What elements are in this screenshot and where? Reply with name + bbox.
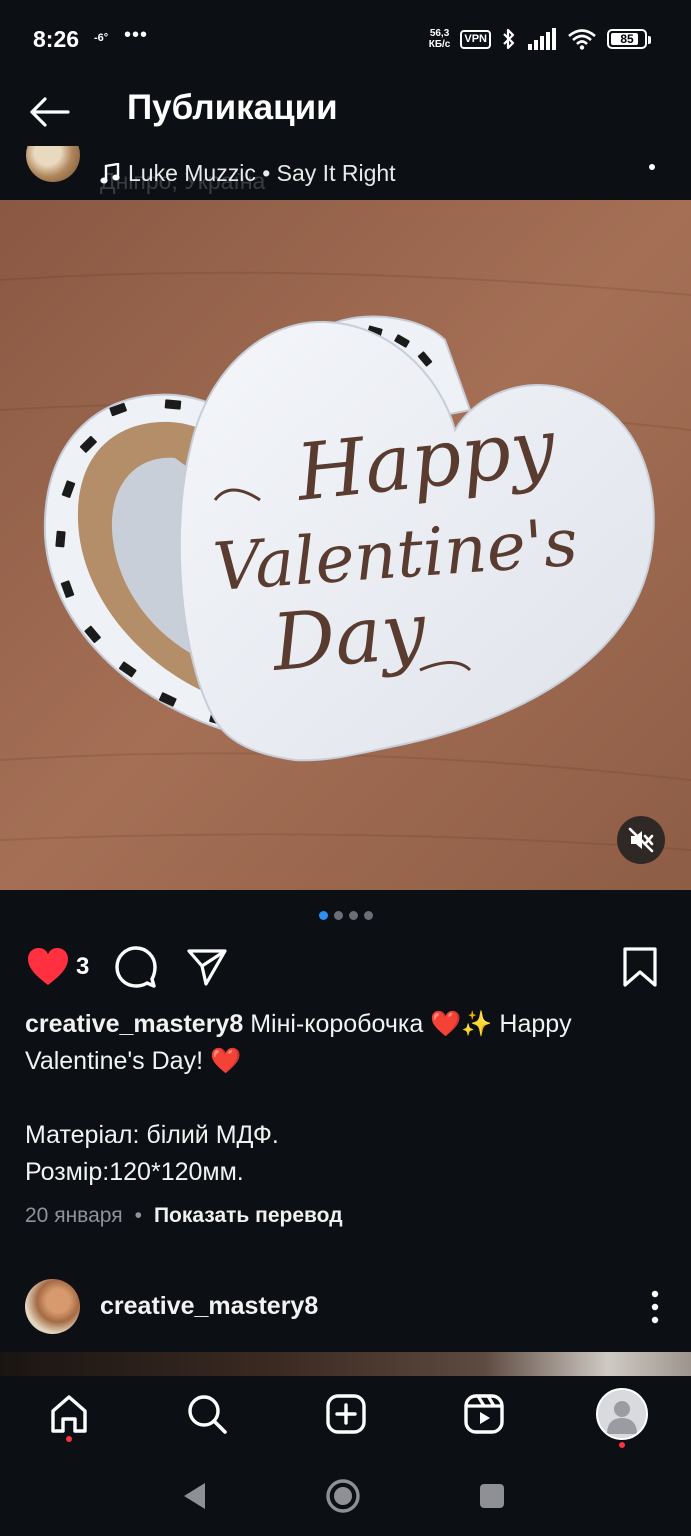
home-icon bbox=[51, 1395, 87, 1433]
reels-icon bbox=[464, 1394, 504, 1434]
carousel-indicator bbox=[0, 911, 691, 920]
back-button[interactable] bbox=[26, 92, 72, 132]
post-date: 20 января bbox=[25, 1204, 123, 1227]
translate-link[interactable]: Показать перевод bbox=[154, 1204, 343, 1228]
nav-reels[interactable] bbox=[460, 1390, 508, 1438]
nav-home-notification-dot bbox=[66, 1436, 72, 1442]
music-note-icon bbox=[100, 162, 120, 183]
status-icons: 56,3 КБ/с VPN 85 bbox=[429, 26, 651, 52]
status-temperature: -6° bbox=[94, 32, 109, 44]
profile-avatar-icon bbox=[596, 1388, 648, 1440]
photo-text-day: Day bbox=[267, 586, 430, 689]
share-button[interactable] bbox=[186, 944, 228, 990]
speaker-muted-icon bbox=[628, 827, 654, 853]
caption-username[interactable]: creative_mastery8 bbox=[25, 1010, 243, 1038]
status-bar: 8:26 -6° ••• 56,3 КБ/с VPN 85 bbox=[0, 0, 691, 78]
caption-line-3 bbox=[25, 1080, 665, 1117]
post-header: Дніпро, Україна Luke Muzzic • Say It Rig… bbox=[0, 146, 691, 200]
post-meta: 20 января • Показать перевод bbox=[25, 1204, 343, 1228]
carousel-dot bbox=[348, 911, 358, 920]
nav-create[interactable] bbox=[322, 1390, 370, 1438]
like-count[interactable]: 3 bbox=[76, 953, 89, 981]
profile-silhouette-icon bbox=[607, 1401, 637, 1434]
post-author-avatar[interactable] bbox=[26, 146, 80, 182]
square-recents-icon bbox=[480, 1484, 504, 1508]
system-home-button[interactable] bbox=[323, 1476, 363, 1516]
system-navigation bbox=[0, 1456, 691, 1536]
mute-button[interactable] bbox=[617, 816, 665, 864]
bottom-navigation bbox=[0, 1376, 691, 1456]
heart-filled-icon[interactable] bbox=[26, 947, 70, 987]
network-speed-value: 56,3 bbox=[429, 28, 450, 39]
music-title: Luke Muzzic • Say It Right bbox=[128, 160, 396, 186]
circle-home-icon bbox=[326, 1479, 360, 1513]
post-music[interactable]: Luke Muzzic • Say It Right bbox=[100, 160, 396, 187]
comment-icon bbox=[115, 946, 157, 988]
caption-line-2: Valentine's Day! ❤️ bbox=[25, 1047, 242, 1075]
network-speed: 56,3 КБ/с bbox=[429, 28, 451, 50]
battery-indicator: 85 bbox=[607, 29, 651, 49]
caption-line-4: Матеріал: білий МДФ. bbox=[25, 1121, 279, 1149]
bluetooth-icon bbox=[503, 28, 515, 50]
wifi-icon bbox=[568, 29, 596, 50]
system-back-button[interactable] bbox=[174, 1476, 214, 1516]
next-post-username[interactable]: creative_mastery8 bbox=[100, 1292, 318, 1321]
next-post-header: creative_mastery8 bbox=[0, 1276, 691, 1338]
vpn-badge: VPN bbox=[460, 29, 491, 49]
comment-button[interactable] bbox=[114, 944, 158, 990]
post-caption: creative_mastery8 Міні-коробочка ❤️✨ Hap… bbox=[25, 1006, 665, 1191]
post-photo: Happy Valentine's Day bbox=[0, 200, 691, 890]
signal-icon bbox=[528, 28, 556, 50]
send-icon bbox=[187, 949, 227, 986]
post-media[interactable]: Happy Valentine's Day bbox=[0, 200, 691, 890]
carousel-dot bbox=[333, 911, 343, 920]
nav-profile[interactable] bbox=[596, 1388, 648, 1440]
nav-profile-notification-dot bbox=[619, 1442, 625, 1448]
battery-level: 85 bbox=[620, 32, 634, 46]
status-more-icon: ••• bbox=[124, 24, 149, 46]
page-title: Публикации bbox=[127, 88, 338, 127]
arrow-left-icon bbox=[30, 97, 70, 127]
post-actions: 3 bbox=[0, 944, 691, 992]
more-options-icon[interactable] bbox=[651, 1290, 659, 1324]
meta-separator: • bbox=[134, 1204, 142, 1227]
nav-search[interactable] bbox=[183, 1390, 231, 1438]
bookmark-icon bbox=[623, 947, 657, 987]
caption-line-5: Розмір:120*120мм. bbox=[25, 1158, 244, 1186]
page-header: Публикации bbox=[0, 78, 691, 146]
carousel-dot bbox=[363, 911, 373, 920]
network-speed-unit: КБ/с bbox=[428, 39, 451, 50]
plus-square-icon bbox=[326, 1394, 366, 1434]
caption-line-1: creative_mastery8 Міні-коробочка ❤️✨ Hap… bbox=[25, 1006, 665, 1043]
search-icon bbox=[188, 1395, 227, 1434]
nav-home[interactable] bbox=[45, 1390, 93, 1438]
next-post-avatar[interactable] bbox=[25, 1279, 80, 1334]
post-more-icon[interactable] bbox=[647, 162, 657, 172]
battery-tip bbox=[648, 36, 651, 44]
triangle-back-icon bbox=[184, 1483, 205, 1509]
like-group: 3 bbox=[26, 944, 89, 990]
next-post-media[interactable] bbox=[0, 1352, 691, 1376]
save-button[interactable] bbox=[622, 944, 658, 990]
status-time: 8:26 bbox=[33, 26, 80, 52]
carousel-dot-active bbox=[318, 911, 328, 920]
caption-text-1: Міні-коробочка ❤️✨ Happy bbox=[250, 1010, 572, 1038]
system-recents-button[interactable] bbox=[472, 1476, 512, 1516]
